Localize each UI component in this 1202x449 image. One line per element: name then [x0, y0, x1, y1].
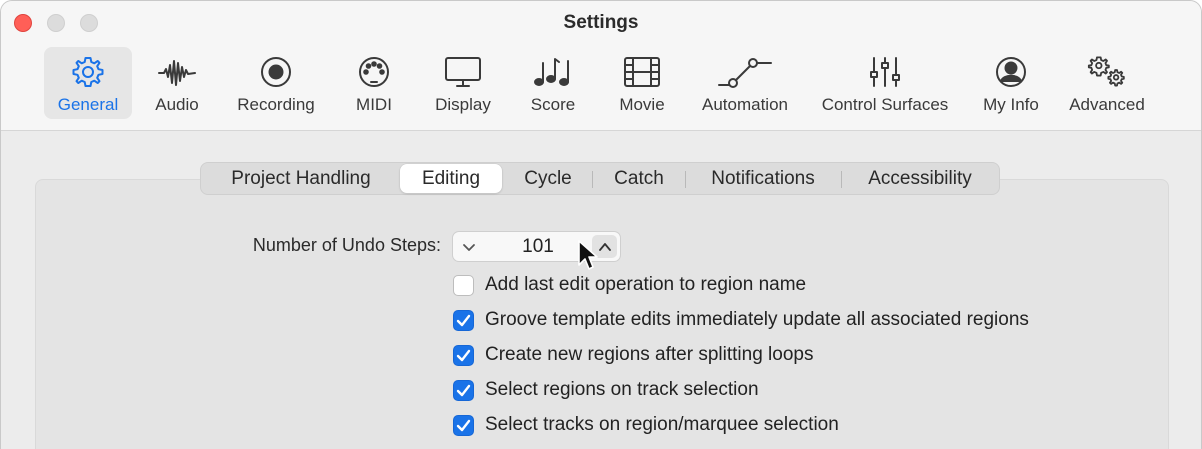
toolbar-item-recording[interactable]: Recording: [227, 47, 325, 119]
tab-editing[interactable]: Editing: [400, 164, 502, 193]
automation-curve-icon: [715, 51, 775, 89]
checkbox[interactable]: [453, 414, 474, 436]
toolbar-item-control-surfaces[interactable]: Control Surfaces: [811, 47, 959, 119]
waveform-icon: [157, 51, 197, 89]
music-notes-icon: [533, 51, 573, 89]
tab-catch[interactable]: Catch: [595, 163, 683, 194]
toolbar-item-automation[interactable]: Automation: [693, 47, 797, 119]
toolbar-item-label: MIDI: [356, 95, 392, 114]
toolbar-item-label: Advanced: [1069, 95, 1145, 114]
tab-cycle[interactable]: Cycle: [507, 163, 589, 194]
toolbar-item-label: Audio: [155, 95, 199, 114]
toolbar-item-audio[interactable]: Audio: [141, 47, 213, 119]
toolbar-item-label: Score: [530, 95, 576, 114]
midi-connector-icon: [354, 51, 394, 89]
checkmark-icon: [456, 314, 471, 326]
settings-window: Settings General Audio Recording MIDI Di…: [0, 0, 1202, 449]
option-label: Create new regions after splitting loops: [485, 344, 814, 365]
option-select-regions[interactable]: Select regions on track selection: [453, 378, 759, 402]
film-icon: [622, 51, 662, 89]
option-create-new-regions[interactable]: Create new regions after splitting loops: [453, 343, 813, 367]
option-groove-template[interactable]: Groove template edits immediately update…: [453, 308, 1029, 332]
toolbar-item-movie[interactable]: Movie: [607, 47, 677, 119]
toolbar-item-label: Display: [435, 95, 491, 114]
tab-divider: [841, 171, 842, 188]
option-label: Select tracks on region/marquee selectio…: [485, 414, 839, 435]
toolbar-item-label: General: [57, 95, 119, 114]
chevron-down-icon[interactable]: [460, 238, 478, 256]
faders-icon: [865, 51, 905, 89]
mouse-pointer-icon: [577, 239, 599, 273]
toolbar-item-label: Control Surfaces: [821, 95, 949, 114]
toolbar-item-label: My Info: [983, 95, 1039, 114]
tab-bar: Project Handling Editing Cycle Catch Not…: [200, 162, 1000, 195]
toolbar-item-midi[interactable]: MIDI: [341, 47, 407, 119]
option-label: Add last edit operation to region name: [485, 274, 807, 295]
record-icon: [256, 51, 296, 89]
checkbox[interactable]: [453, 274, 474, 296]
tab-divider: [592, 171, 593, 188]
toolbar-item-label: Movie: [619, 95, 665, 114]
checkbox[interactable]: [453, 344, 474, 366]
undo-steps-value[interactable]: 101: [503, 236, 573, 258]
option-label: Groove template edits immediately update…: [485, 309, 1029, 330]
gear-icon: [68, 51, 108, 89]
tab-accessibility[interactable]: Accessibility: [845, 163, 995, 194]
toolbar-item-score[interactable]: Score: [517, 47, 589, 119]
monitor-icon: [443, 51, 483, 89]
checkbox[interactable]: [453, 309, 474, 331]
toolbar-item-display[interactable]: Display: [423, 47, 503, 119]
tab-notifications[interactable]: Notifications: [689, 163, 837, 194]
toolbar-item-general[interactable]: General: [44, 47, 132, 119]
checkbox[interactable]: [453, 379, 474, 401]
tab-project-handling[interactable]: Project Handling: [209, 163, 393, 194]
toolbar-item-my-info[interactable]: My Info: [973, 47, 1049, 119]
toolbar-item-advanced[interactable]: Advanced: [1061, 47, 1153, 119]
option-select-tracks[interactable]: Select tracks on region/marquee selectio…: [453, 413, 839, 437]
gears-icon: [1087, 51, 1127, 89]
person-icon: [991, 51, 1031, 89]
checkmark-icon: [456, 384, 471, 396]
checkmark-icon: [456, 419, 471, 431]
window-title: Settings: [563, 12, 639, 33]
undo-steps-label: Number of Undo Steps:: [252, 235, 441, 255]
tab-divider: [685, 171, 686, 188]
option-add-last-edit[interactable]: Add last edit operation to region name: [453, 273, 806, 297]
toolbar-item-label: Automation: [702, 95, 788, 114]
option-label: Select regions on track selection: [485, 379, 759, 400]
toolbar: Settings General Audio Recording MIDI Di…: [1, 1, 1201, 131]
checkmark-icon: [456, 349, 471, 361]
toolbar-item-label: Recording: [237, 95, 315, 114]
